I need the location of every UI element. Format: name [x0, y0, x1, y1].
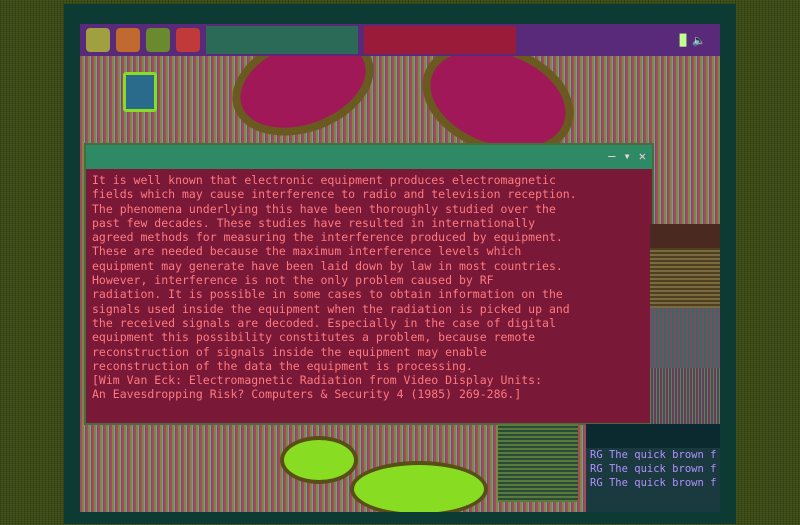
terminal-window: RG The quick brown f RG The quick brown …	[586, 424, 720, 512]
taskbar-task-1[interactable]	[206, 26, 358, 54]
terminal-line: RG The quick brown f	[590, 449, 717, 461]
system-tray: █ 🔈	[680, 34, 720, 47]
background-window	[498, 424, 578, 502]
terminal-titlebar[interactable]	[586, 424, 720, 448]
background-window	[650, 368, 720, 428]
app-menu-icon[interactable]	[86, 28, 110, 52]
trash-desktop-icon[interactable]	[118, 72, 162, 126]
window-text: It is well known that electronic equipme…	[92, 173, 577, 402]
background-window	[650, 308, 720, 368]
files-icon[interactable]	[146, 28, 170, 52]
terminal-line: RG The quick brown f	[590, 463, 717, 475]
background-window	[650, 248, 720, 308]
background-window	[650, 224, 720, 248]
wallpaper-leaf	[280, 436, 358, 484]
minimize-button[interactable]: –	[608, 149, 615, 163]
terminal-line: RG The quick brown f	[590, 477, 717, 489]
trash-icon	[123, 72, 157, 112]
trash-label	[118, 116, 162, 126]
image-viewer-icon[interactable]	[176, 28, 200, 52]
wallpaper-leaf	[350, 461, 488, 512]
network-icon[interactable]: █	[680, 34, 687, 47]
close-button[interactable]: ✕	[639, 149, 646, 163]
desktop-screen: █ 🔈 – ▾ ✕ It is well known that electron…	[80, 24, 720, 512]
volume-icon[interactable]: 🔈	[692, 34, 706, 47]
window-titlebar[interactable]: – ▾ ✕	[86, 145, 652, 169]
text-viewer-window: – ▾ ✕ It is well known that electronic e…	[84, 143, 654, 425]
maximize-button[interactable]: ▾	[624, 149, 631, 163]
browser-icon[interactable]	[116, 28, 140, 52]
taskbar: █ 🔈	[80, 24, 720, 56]
taskbar-task-2[interactable]	[364, 26, 516, 54]
